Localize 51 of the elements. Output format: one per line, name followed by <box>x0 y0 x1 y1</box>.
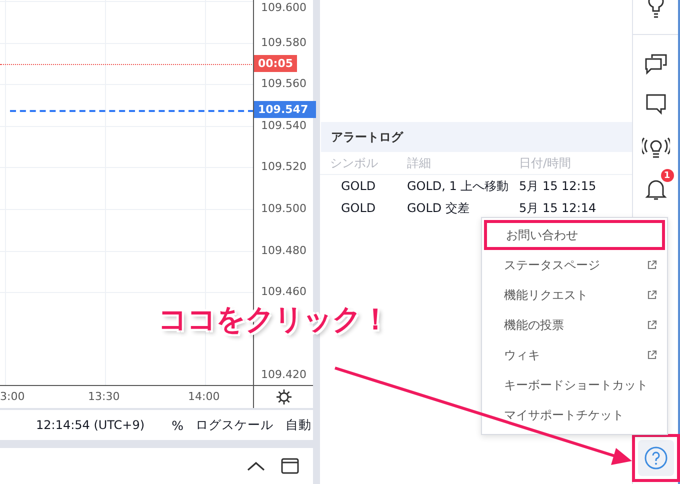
table-cell-text: 5月 15 12:15 <box>519 178 598 194</box>
price-tag: 109.547 <box>254 101 316 118</box>
settings-icon[interactable] <box>274 388 292 406</box>
table-cell-text: GOLD <box>340 179 377 193</box>
menu-item[interactable]: キーボードショートカット <box>482 370 667 400</box>
menu-item-label: マイサポートチケット <box>504 406 624 424</box>
table-cell-text: 5月 15 12:14 <box>519 200 598 216</box>
time-label: 14:00 <box>188 390 220 403</box>
price-label: 109.560 <box>261 76 306 92</box>
menu-item-label: キーボードショートカット <box>504 376 648 394</box>
price-label: 109.460 <box>261 284 306 300</box>
menu-item-label: 機能の投票 <box>504 316 564 334</box>
menu-item-label: 機能リクエスト <box>504 286 588 304</box>
help-button[interactable] <box>638 440 674 476</box>
menu-item[interactable]: お問い合わせ <box>484 220 665 250</box>
chat-bubbles-icon[interactable] <box>644 53 668 75</box>
table-cell-text: GOLD 交差 <box>407 200 470 216</box>
clock-time: 12:14:54 (UTC+9) <box>36 418 145 432</box>
menu-item[interactable]: ステータスページ <box>482 250 667 280</box>
auto-scale-toggle[interactable]: 自動 <box>282 416 314 434</box>
alert-log-title: アラートログ <box>331 128 403 146</box>
notification-badge: 1 <box>660 169 674 182</box>
price-label: 109.520 <box>261 159 306 176</box>
price-label: 109.420 <box>261 367 306 384</box>
chat-icon[interactable] <box>644 93 666 115</box>
table-cell-text: GOLD <box>340 201 377 215</box>
percent-toggle[interactable]: % <box>168 418 186 432</box>
price-tag: 00:05 <box>254 55 298 72</box>
menu-item[interactable]: ウィキ <box>482 340 667 370</box>
caret-up-icon[interactable] <box>247 461 265 471</box>
price-label: 109.600 <box>261 0 306 16</box>
menu-item[interactable]: 機能の投票 <box>482 310 667 340</box>
help-icon <box>644 446 668 470</box>
menu-item-label: お問い合わせ <box>506 226 578 244</box>
menu-item-label: ウィキ <box>504 346 540 364</box>
window-icon[interactable] <box>281 458 299 474</box>
menu-item[interactable]: 機能リクエスト <box>482 280 667 310</box>
menu-item[interactable]: マイサポートチケット <box>482 400 667 430</box>
menu-item-label: ステータスページ <box>504 256 600 274</box>
price-label: 109.500 <box>261 201 306 217</box>
time-label: 3:00 <box>0 390 25 403</box>
column-header: シンボル <box>330 154 379 172</box>
lightbulb-icon[interactable] <box>646 0 666 20</box>
table-cell-text: GOLD, 1 上へ移動 <box>407 178 510 194</box>
price-label: 109.540 <box>261 118 306 134</box>
column-header: 日付/時間 <box>519 154 572 172</box>
time-label: 13:30 <box>88 390 120 403</box>
price-label: 109.480 <box>261 242 306 259</box>
column-header: 詳細 <box>407 154 432 172</box>
log-scale-toggle[interactable]: ログスケール <box>192 416 276 434</box>
price-label: 109.580 <box>261 34 306 51</box>
